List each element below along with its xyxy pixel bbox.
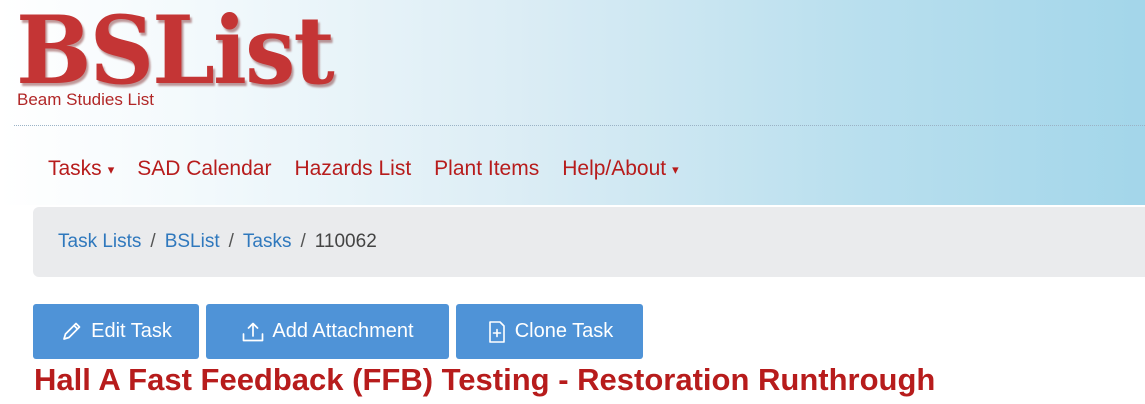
edit-task-button[interactable]: Edit Task [33,304,199,359]
nav-item-hazards-list[interactable]: Hazards List [294,157,411,181]
task-toolbar: Edit Task Add Attachment Clone Task [33,304,650,359]
nav-item-label: Plant Items [434,157,540,180]
add-attachment-button[interactable]: Add Attachment [206,304,449,359]
breadcrumb: Task Lists / BSList / Tasks / 110062 [58,207,377,277]
nav-item-label: Hazards List [294,157,412,180]
upload-icon [241,321,265,343]
edit-task-label: Edit Task [91,320,172,342]
breadcrumb-link-tasks[interactable]: Tasks [243,231,292,253]
pencil-icon [60,321,84,343]
breadcrumb-bar: Task Lists / BSList / Tasks / 110062 [33,207,1145,277]
clone-task-button[interactable]: Clone Task [456,304,643,359]
breadcrumb-current-task-id: 110062 [314,231,377,252]
nav-item-label: Tasks [48,157,102,180]
clone-file-icon [486,320,508,344]
breadcrumb-separator: / [150,231,156,252]
bslist-logo[interactable]: BSList Beam Studies List [16,0,349,109]
logo-subtitle: Beam Studies List [17,90,155,109]
nav-item-label: SAD Calendar [137,157,272,180]
caret-down-icon: ▾ [107,162,115,177]
header-divider [14,125,1145,126]
breadcrumb-link-bslist[interactable]: BSList [165,231,220,253]
nav-item-help-about[interactable]: Help/About ▾ [562,157,678,181]
nav-item-sad-calendar[interactable]: SAD Calendar [137,157,271,181]
breadcrumb-separator: / [228,231,234,252]
nav-item-plant-items[interactable]: Plant Items [434,157,539,181]
nav-item-tasks[interactable]: Tasks ▾ [48,157,114,181]
nav-item-label: Help/About [562,157,667,180]
add-attachment-label: Add Attachment [272,320,414,342]
header-banner: BSList Beam Studies List Tasks ▾ SAD Cal… [0,0,1145,205]
breadcrumb-link-task-lists[interactable]: Task Lists [58,231,141,253]
logo-title: BSList [16,0,335,106]
task-title: Hall A Fast Feedback (FFB) Testing - Res… [34,362,936,397]
caret-down-icon: ▾ [672,162,679,177]
main-nav: Tasks ▾ SAD Calendar Hazards List Plant … [48,151,702,187]
clone-task-label: Clone Task [514,320,614,342]
breadcrumb-separator: / [300,231,306,252]
